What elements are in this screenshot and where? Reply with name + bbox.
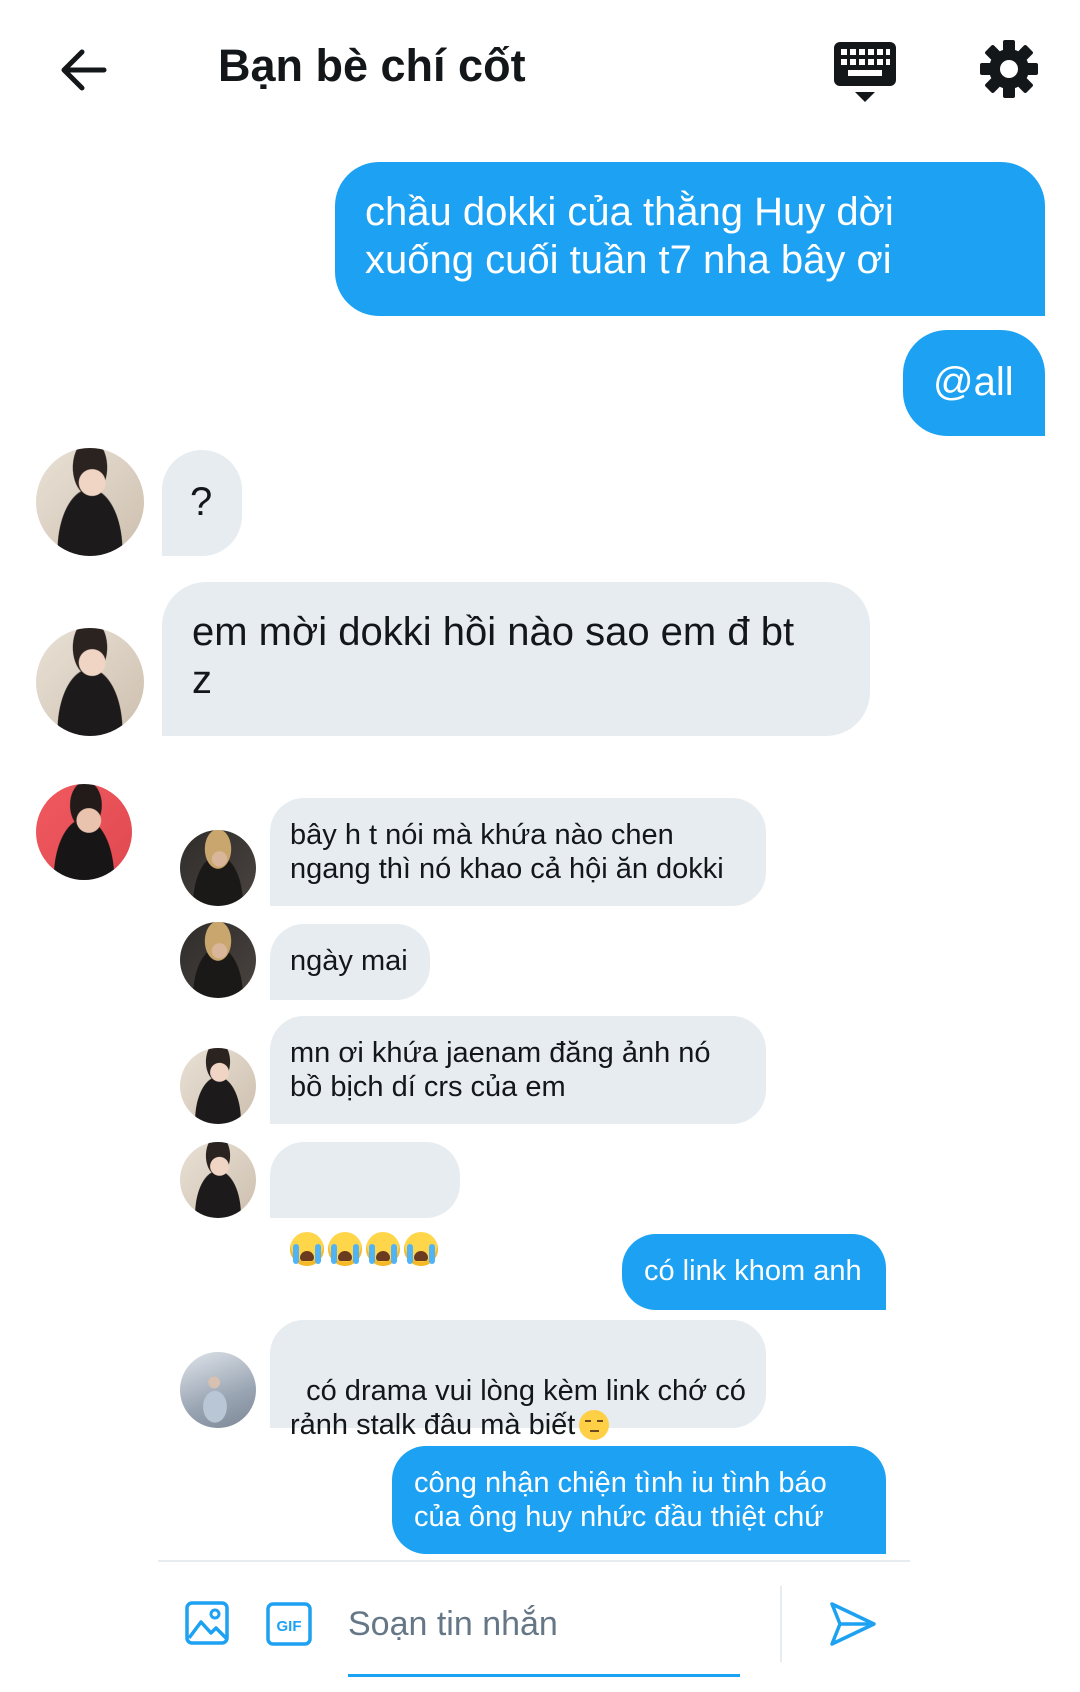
input-underline — [348, 1674, 740, 1677]
pensive-face-icon — [579, 1410, 610, 1440]
gif-label: GIF — [277, 1618, 302, 1635]
back-button[interactable] — [56, 42, 112, 98]
message-bubble-outgoing[interactable]: công nhận chiện tình iu tình báo của ông… — [392, 1446, 886, 1554]
avatar[interactable] — [180, 1048, 256, 1124]
avatar[interactable] — [180, 1142, 256, 1218]
settings-button[interactable] — [978, 38, 1040, 100]
message-bubble-outgoing[interactable]: chầu dokki của thằng Huy dời xuống cuối … — [335, 162, 1045, 316]
keyboard-button[interactable] — [832, 40, 898, 104]
avatar[interactable] — [36, 448, 144, 556]
send-button[interactable] — [828, 1600, 878, 1648]
chat-title: Bạn bè chí cốt — [218, 40, 526, 91]
avatar[interactable] — [36, 628, 144, 736]
gif-icon: GIF — [266, 1602, 312, 1646]
keyboard-icon — [834, 42, 896, 102]
avatar[interactable] — [180, 1352, 256, 1428]
message-bubble-incoming[interactable]: ngày mai — [270, 924, 430, 1000]
message-bubble-incoming[interactable]: bây h t nói mà khứa nào chen ngang thì n… — [270, 798, 766, 906]
message-bubble-outgoing[interactable]: có link khom anh — [622, 1234, 886, 1310]
crying-face-icon — [328, 1232, 362, 1266]
message-text: có drama vui lòng kèm link chớ có rảnh s… — [290, 1375, 746, 1441]
avatar[interactable] — [180, 830, 256, 906]
message-bubble-outgoing[interactable]: @all — [903, 330, 1045, 436]
composer-divider — [780, 1586, 782, 1662]
send-icon — [830, 1602, 876, 1646]
avatar[interactable] — [180, 922, 256, 998]
crying-face-icon — [290, 1232, 324, 1266]
message-bubble-incoming[interactable]: em mời dokki hồi nào sao em đ bt z — [162, 582, 870, 736]
image-button[interactable] — [184, 1600, 230, 1646]
message-input[interactable] — [348, 1596, 740, 1652]
image-icon — [185, 1601, 229, 1645]
composer-divider-top — [158, 1560, 910, 1562]
crying-face-icon — [404, 1232, 438, 1266]
message-bubble-incoming[interactable]: mn ơi khứa jaenam đăng ảnh nó bồ bịch dí… — [270, 1016, 766, 1124]
crying-face-icon — [366, 1232, 400, 1266]
avatar[interactable] — [36, 784, 132, 880]
emoji-row — [290, 1230, 440, 1266]
gear-icon — [980, 40, 1038, 98]
message-bubble-incoming[interactable] — [270, 1142, 460, 1266]
arrow-left-icon — [61, 49, 107, 91]
chat-header: Bạn bè chí cốt — [0, 0, 1080, 140]
message-bubble-incoming[interactable]: có drama vui lòng kèm link chớ có rảnh s… — [270, 1320, 766, 1441]
gif-button[interactable]: GIF — [266, 1602, 312, 1646]
message-bubble-incoming[interactable]: ? — [162, 450, 242, 556]
